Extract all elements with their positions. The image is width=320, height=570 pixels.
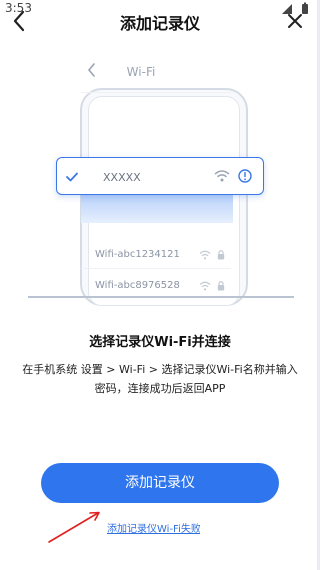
add-recorder-button[interactable]: 添加记录仪 — [41, 463, 279, 503]
instruction-title: 选择记录仪Wi-Fi并连接 — [89, 335, 231, 350]
phone-back-icon — [87, 63, 95, 77]
instruction-text: 在手机系统 设置 > Wi-Fi > 选择记录仪Wi-Fi名称并输入密码，连接成… — [22, 363, 298, 395]
add-recorder-screen: 3:53 添加记录仪 Wi-Fi XXXXX Wifi-abc1234121 W… — [0, 0, 320, 570]
highlight-glow — [81, 195, 233, 223]
selected-network-name: XXXXX — [103, 171, 141, 184]
network-name: Wifi-abc1234121 — [95, 249, 180, 260]
network-row: Wifi-abc1234121 — [81, 244, 233, 268]
lock-icon — [217, 250, 225, 260]
wifi-icon — [214, 170, 230, 182]
wifi-add-failed-link[interactable]: 添加记录仪Wi-Fi失败 — [107, 520, 201, 535]
network-name: Wifi-abc8976528 — [95, 280, 180, 291]
network-row: Wifi-abc8976528 — [81, 275, 233, 299]
lock-icon — [217, 281, 225, 291]
annotation-arrow-icon — [48, 511, 100, 543]
watermark-overlay — [200, 515, 316, 565]
phone-wifi-title: Wi-Fi — [126, 65, 156, 79]
divider — [81, 268, 231, 269]
info-icon — [238, 169, 252, 183]
close-button[interactable] — [286, 12, 304, 30]
selected-network-card — [56, 157, 264, 195]
wifi-icon — [199, 250, 211, 260]
wifi-icon — [199, 281, 211, 291]
divider — [81, 92, 231, 93]
page-title: 添加记录仪 — [119, 14, 200, 33]
check-icon — [66, 172, 78, 182]
